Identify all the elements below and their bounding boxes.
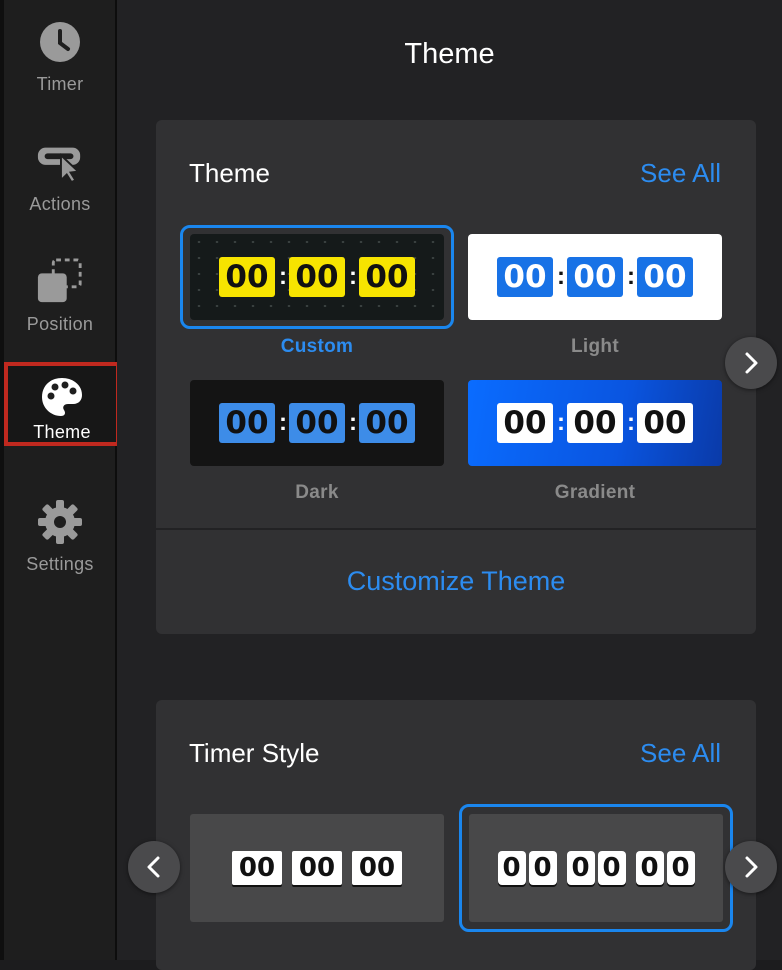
flip-digit-pair: 0 0 <box>497 851 557 885</box>
digit-box: 00 <box>497 403 553 443</box>
digit-box: 00 <box>219 403 275 443</box>
sidebar-item-timer[interactable]: Timer <box>4 0 116 114</box>
digit-box: 00 <box>567 403 623 443</box>
digit-box: 00 <box>637 257 693 297</box>
theme-card-title: Theme <box>189 158 270 188</box>
timer-style-prev-button[interactable] <box>128 841 180 893</box>
page-title: Theme <box>404 38 495 70</box>
theme-thumb-custom[interactable]: 00 : 00 : 00 <box>190 234 444 320</box>
digit-box: 00 <box>497 257 553 297</box>
divider <box>156 528 756 530</box>
colon: : <box>349 263 357 290</box>
chevron-right-icon <box>745 352 758 374</box>
colon: : <box>279 263 287 290</box>
flip-digit: 0 <box>497 851 526 885</box>
sidebar-item-actions[interactable]: Actions <box>4 120 116 234</box>
sidebar: Timer Actions Position Theme Settings <box>0 0 120 960</box>
sidebar-item-position[interactable]: Position <box>4 240 116 354</box>
theme-see-all-link[interactable]: See All <box>640 158 721 189</box>
theme-thumb-gradient[interactable]: 00 : 00 : 00 <box>468 380 722 466</box>
theme-thumb-light[interactable]: 00 : 00 : 00 <box>468 234 722 320</box>
sidebar-item-theme[interactable]: Theme <box>4 362 120 446</box>
theme-label-light: Light <box>571 336 619 357</box>
palette-icon <box>38 376 86 418</box>
sidebar-item-label: Position <box>26 314 94 334</box>
colon: : <box>557 409 565 436</box>
colon: : <box>557 263 565 290</box>
timer-style-card-title: Timer Style <box>189 738 320 768</box>
pointer-icon <box>36 138 84 186</box>
theme-thumb-dark[interactable]: 00 : 00 : 00 <box>190 380 444 466</box>
flip-digit-pair: 0 0 <box>566 851 626 885</box>
sidebar-item-label: Theme <box>33 422 91 442</box>
theme-next-button[interactable] <box>725 337 777 389</box>
digit-box: 00 <box>567 257 623 297</box>
digit-box: 00 <box>289 403 345 443</box>
theme-card: Theme See All 00 : 00 : 00 Custom 00 : 0… <box>156 120 756 634</box>
timer-style-next-button[interactable] <box>725 841 777 893</box>
timer-style-single-flip[interactable]: 00 00 00 <box>190 814 444 922</box>
digit-box: 00 <box>359 403 415 443</box>
colon: : <box>627 263 635 290</box>
sidebar-item-settings[interactable]: Settings <box>4 480 116 594</box>
theme-label-gradient: Gradient <box>554 482 636 503</box>
timer-style-split-flip[interactable]: 0 0 0 0 0 0 <box>469 814 723 922</box>
flip-digit: 00 <box>352 851 402 885</box>
clock-icon <box>36 18 84 66</box>
flip-digit: 0 <box>635 851 664 885</box>
sidebar-item-label: Settings <box>26 554 94 574</box>
flip-digit: 00 <box>292 851 342 885</box>
sidebar-item-label: Timer <box>36 74 84 94</box>
customize-theme-button[interactable]: Customize Theme <box>156 566 756 597</box>
digit-box: 00 <box>637 403 693 443</box>
gear-icon <box>36 498 84 546</box>
digit-box: 00 <box>289 257 345 297</box>
digit-box: 00 <box>219 257 275 297</box>
timer-style-see-all-link[interactable]: See All <box>640 738 721 769</box>
flip-digit: 0 <box>528 851 557 885</box>
flip-digit: 0 <box>566 851 595 885</box>
position-icon <box>36 258 84 306</box>
flip-digit-pair: 0 0 <box>635 851 695 885</box>
flip-digit: 00 <box>232 851 282 885</box>
chevron-right-icon <box>745 856 758 878</box>
theme-label-dark: Dark <box>295 482 339 503</box>
timer-style-card: Timer Style See All 00 00 00 0 0 0 0 0 0 <box>156 700 756 970</box>
flip-digit: 0 <box>666 851 695 885</box>
colon: : <box>279 409 287 436</box>
colon: : <box>627 409 635 436</box>
digit-box: 00 <box>359 257 415 297</box>
main-panel: Theme Theme See All 00 : 00 : 00 Custom … <box>117 0 782 970</box>
colon: : <box>349 409 357 436</box>
sidebar-item-label: Actions <box>29 194 91 214</box>
theme-label-custom: Custom <box>280 336 354 357</box>
chevron-left-icon <box>147 856 160 878</box>
flip-digit: 0 <box>597 851 626 885</box>
